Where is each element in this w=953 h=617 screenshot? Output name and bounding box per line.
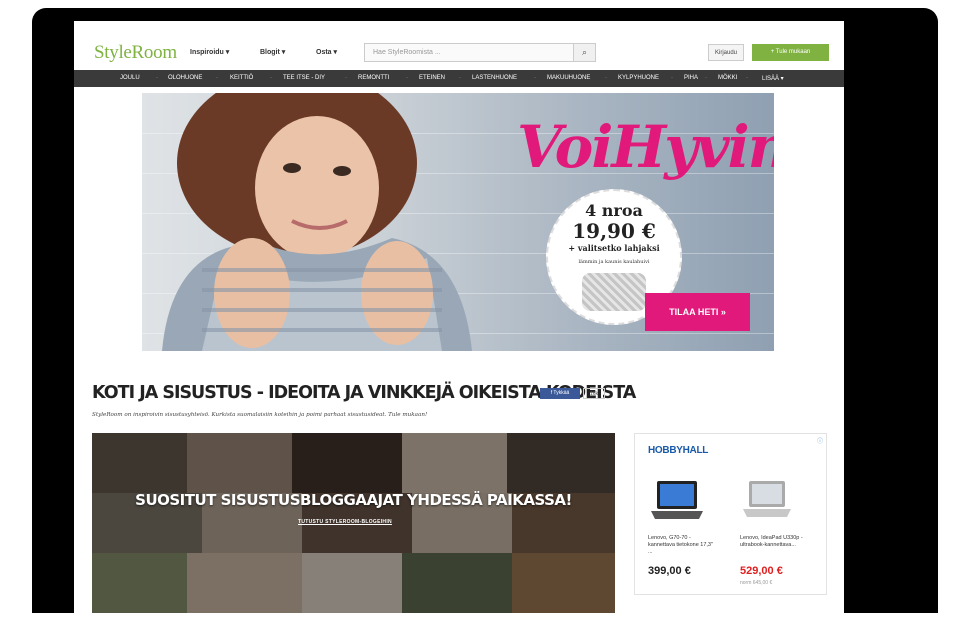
voihyvin-logo: VoiHyvin bbox=[517, 113, 774, 181]
bloggers-collage[interactable]: SUOSITUT SISUSTUSBLOGGAAJAT YHDESSÄ PAIK… bbox=[92, 433, 615, 613]
woman-in-scarf-photo bbox=[162, 93, 472, 351]
search-icon[interactable]: ⌕ bbox=[573, 43, 596, 62]
product-name[interactable]: Lenovo, G70-70 - kannettava tietokone 17… bbox=[648, 535, 718, 556]
collage-headline: SUOSITUT SISUSTUSBLOGGAAJAT YHDESSÄ PAIK… bbox=[135, 491, 572, 509]
offer-gift-text: + valitsetko lahjaksi bbox=[568, 243, 660, 253]
search-input[interactable]: Hae StyleRoomista ... bbox=[364, 43, 596, 62]
cat-makuuhuone[interactable]: MAKUUHUONE bbox=[547, 75, 590, 81]
browser-viewport: StyleRoom Inspiroidu ▾ Blogit ▾ Osta ▾ H… bbox=[74, 21, 844, 613]
cat-kylpyhuone[interactable]: KYLPYHUONE bbox=[618, 75, 659, 81]
magazine-banner-ad[interactable]: VoiHyvin 4 nroa 19,90 € + valitsetko lah… bbox=[142, 93, 774, 351]
product-name[interactable]: Lenovo, IdeaPad U330p -ultrabook-kannett… bbox=[740, 535, 810, 549]
cat-tee-itse[interactable]: TEE ITSE - DIY bbox=[283, 75, 325, 81]
laptop-icon bbox=[743, 481, 791, 517]
styleroom-logo[interactable]: StyleRoom bbox=[94, 42, 177, 64]
page-intro: StyleRoom on inspiroivin sisustusyhteisö… bbox=[92, 412, 428, 418]
cat-keittio[interactable]: KEITTIÖ bbox=[230, 75, 253, 81]
hobbyhall-ad[interactable]: ⓘ HOBBYHALL Lenovo, G70-70 - kannettava … bbox=[634, 433, 827, 595]
hobbyhall-logo: HOBBYHALL bbox=[648, 445, 709, 456]
product-price: 399,00 € bbox=[648, 565, 691, 577]
offer-gift-detail: lämmin ja kaunis kaulahuivi bbox=[578, 259, 650, 265]
cat-joulu[interactable]: JOULU bbox=[120, 75, 140, 81]
cat-mokki[interactable]: MÖKKI bbox=[718, 75, 737, 81]
cat-eteinen[interactable]: ETEINEN bbox=[419, 75, 445, 81]
scarf-gift-image bbox=[582, 273, 646, 311]
category-nav: JOULU · OLOHUONE · KEITTIÖ · TEE ITSE - … bbox=[74, 70, 844, 87]
like-count: 16k bbox=[583, 388, 605, 399]
nav-inspiroidu[interactable]: Inspiroidu ▾ bbox=[190, 48, 229, 56]
cat-remontti[interactable]: REMONTTI bbox=[358, 75, 389, 81]
product-old-price: norm 645,00 € bbox=[740, 580, 773, 586]
nav-blogit[interactable]: Blogit ▾ bbox=[260, 48, 285, 56]
cat-lastenhuone[interactable]: LASTENHUONE bbox=[472, 75, 517, 81]
ad-info-icon[interactable]: ⓘ bbox=[817, 436, 823, 445]
cat-piha[interactable]: PIHA bbox=[684, 75, 698, 81]
offer-price: 19,90 € bbox=[572, 219, 656, 243]
nav-osta[interactable]: Osta ▾ bbox=[316, 48, 337, 56]
order-now-button[interactable]: TILAA HETI » bbox=[645, 293, 750, 331]
cat-olohuone[interactable]: OLOHUONE bbox=[168, 75, 202, 81]
facebook-like-button[interactable]: f Tykkää bbox=[540, 388, 580, 399]
cat-lisaa[interactable]: LISÄÄ ▾ bbox=[762, 75, 784, 82]
offer-issues: 4 nroa bbox=[585, 201, 643, 220]
login-button[interactable]: Kirjaudu bbox=[708, 44, 744, 61]
laptop-icon bbox=[651, 481, 703, 519]
bloggers-link[interactable]: TUTUSTU STYLEROOM-BLOGEIHIN bbox=[298, 519, 392, 525]
product-price: 529,00 € bbox=[740, 565, 783, 577]
site-header: StyleRoom Inspiroidu ▾ Blogit ▾ Osta ▾ H… bbox=[74, 21, 844, 73]
join-button[interactable]: + Tule mukaan bbox=[752, 44, 829, 61]
